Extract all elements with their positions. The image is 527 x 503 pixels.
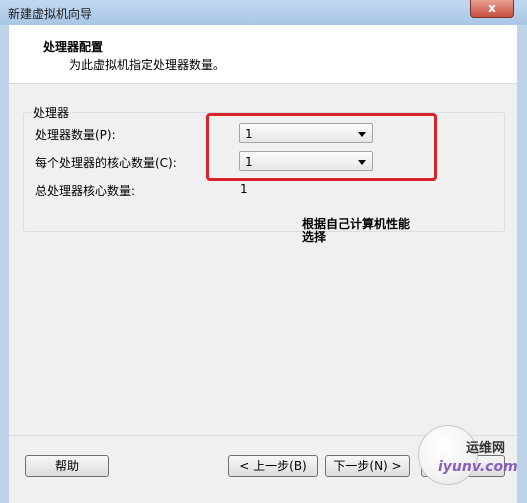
site-watermark: 运维网 iyunv.com [418, 425, 518, 485]
annotation-line-2: 选择 [302, 230, 327, 244]
next-button[interactable]: 下一步(N) > [325, 455, 410, 477]
window-title: 新建虚拟机向导 [8, 7, 93, 21]
wizard-window: 新建虚拟机向导 x 处理器配置 为此虚拟机指定处理器数量。 处理器 处理器数量(… [0, 0, 527, 503]
cores-per-processor-label: 每个处理器的核心数量(C): [35, 156, 177, 170]
title-bar: 新建虚拟机向导 x [0, 0, 527, 26]
total-cores-label: 总处理器核心数量: [35, 184, 136, 198]
watermark-url: iyunv.com [438, 459, 518, 475]
annotation-note: 根据自己计算机性能 选择 [302, 218, 442, 244]
page-title: 处理器配置 [43, 40, 104, 54]
back-button[interactable]: < 上一步(B) [228, 455, 318, 477]
page-subtitle: 为此虚拟机指定处理器数量。 [69, 58, 226, 72]
left-background-strip [0, 25, 9, 503]
right-background-strip [517, 25, 527, 503]
close-button[interactable]: x [470, 0, 514, 18]
watermark-site-name: 运维网 [466, 441, 506, 456]
close-icon: x [488, 1, 496, 15]
total-cores-value: 1 [240, 182, 248, 196]
highlight-box [206, 113, 437, 181]
page-header: 处理器配置 为此虚拟机指定处理器数量。 [9, 25, 517, 84]
processor-group-title: 处理器 [31, 104, 72, 121]
help-button[interactable]: 帮助 [25, 455, 109, 477]
processor-count-label: 处理器数量(P): [35, 128, 116, 142]
